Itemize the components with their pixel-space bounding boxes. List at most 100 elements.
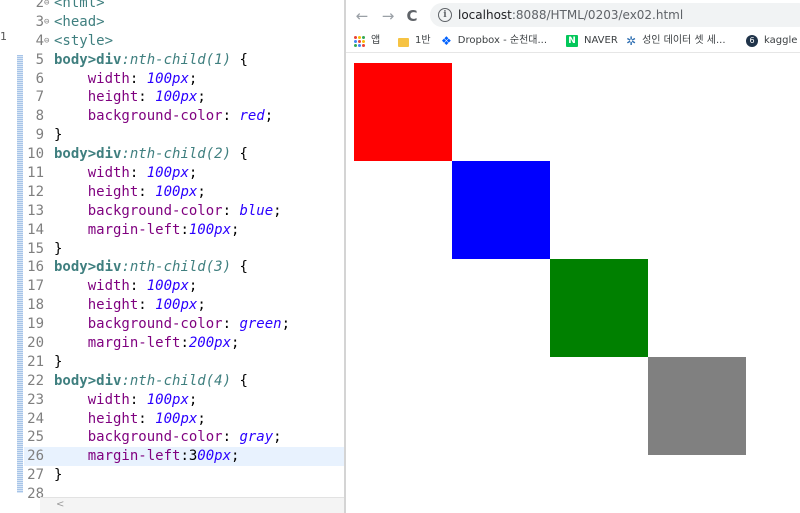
code-line[interactable]: 21} xyxy=(24,353,344,372)
code-token: : xyxy=(138,183,156,200)
scroll-left-icon[interactable]: < xyxy=(56,499,64,510)
line-number: 8 xyxy=(35,108,44,125)
code-line[interactable]: 13 background-color: blue; xyxy=(24,202,344,221)
code-token: ; xyxy=(264,108,274,125)
bookmark-label: Dropbox - 순천대... xyxy=(457,35,548,46)
code-line[interactable]: 22 body>div:nth-child(4) { xyxy=(24,372,344,391)
code-line[interactable]: 16 body>div:nth-child(3) { xyxy=(24,258,344,277)
code-line[interactable]: 25 background-color: gray; xyxy=(24,428,344,447)
back-button[interactable]: ← xyxy=(352,6,372,26)
bookmark-item[interactable]: 1반 xyxy=(398,34,431,48)
code-line[interactable]: 17 width: 100px; xyxy=(24,277,344,296)
code-token: :nth-child(1) xyxy=(121,51,232,68)
code-line[interactable]: 18 height: 100px; xyxy=(24,296,344,315)
line-number: 12 xyxy=(27,183,44,200)
line-number: 22 xyxy=(27,372,44,389)
editor-horizontal-scrollbar[interactable]: < xyxy=(40,497,344,513)
code-token: 100px xyxy=(155,297,198,314)
code-line[interactable]: 9} xyxy=(24,126,344,145)
code-line[interactable]: 15} xyxy=(24,240,344,259)
code-token: ; xyxy=(188,165,198,182)
code-line[interactable]: 4⊖ <style> xyxy=(24,32,344,51)
line-number: 23 xyxy=(27,391,44,408)
code-token: : xyxy=(138,297,156,314)
code-token: : xyxy=(180,335,189,352)
line-number: 4 xyxy=(35,32,44,49)
code-line[interactable]: 5 body>div:nth-child(1) { xyxy=(24,51,344,70)
dropbox-icon: ❖ xyxy=(441,34,452,48)
code-editor[interactable]: 1 2⊖ <html> 3⊖ <head> 4⊖ <style> 5 body>div:nth… xyxy=(0,0,344,513)
fold-toggle-icon[interactable]: ⊖ xyxy=(44,0,54,13)
change-ruler xyxy=(17,55,23,493)
code-token: blue xyxy=(239,202,274,219)
line-number: 24 xyxy=(27,410,44,427)
bookmark-label: kaggle l xyxy=(764,35,800,46)
line-number: 10 xyxy=(27,146,44,163)
forward-button[interactable]: → xyxy=(378,6,398,26)
code-token: :nth-child(3) xyxy=(121,259,232,276)
code-line[interactable]: 2⊖ <html> xyxy=(24,0,344,13)
code-token: :3 xyxy=(180,448,198,465)
code-line[interactable]: 11 width: 100px; xyxy=(24,164,344,183)
gray-box xyxy=(648,357,746,455)
code-lines[interactable]: 2⊖ <html> 3⊖ <head> 4⊖ <style> 5 body>div:nth-c… xyxy=(24,0,344,504)
site-info-icon[interactable]: i xyxy=(438,8,452,22)
code-token: : xyxy=(129,391,147,408)
code-token: ; xyxy=(188,391,198,408)
code-line[interactable]: 20 margin-left:200px; xyxy=(24,334,344,353)
code-token: 100px xyxy=(146,278,189,295)
code-token: :nth-child(2) xyxy=(121,146,232,163)
code-token: red xyxy=(239,108,265,125)
code-token: : xyxy=(129,165,147,182)
code-line[interactable]: 12 height: 100px; xyxy=(24,183,344,202)
address-bar[interactable]: i localhost:8088/HTML/0203/ex02.html xyxy=(430,3,800,27)
code-line[interactable]: 27} xyxy=(24,466,344,485)
code-token: : xyxy=(222,202,240,219)
code-line[interactable]: 8 background-color: red; xyxy=(24,107,344,126)
bookmark-item[interactable]: ❖ Dropbox - 순천대... xyxy=(441,34,547,48)
bookmark-item[interactable]: ✲ 성인 데이터 셋 세... xyxy=(626,34,726,48)
code-token: ; xyxy=(197,410,206,427)
code-line[interactable]: 7 height: 100px; xyxy=(24,88,344,107)
url-text[interactable]: localhost:8088/HTML/0203/ex02.html xyxy=(458,3,683,27)
kaggle-icon: 6 xyxy=(746,35,758,47)
line-number: 20 xyxy=(27,335,44,352)
code-line[interactable]: 3⊖ <head> xyxy=(24,13,344,32)
reload-button[interactable]: C xyxy=(402,6,422,26)
bookmark-item[interactable]: 6 kaggle l xyxy=(746,34,800,48)
fold-toggle-icon[interactable]: ⊖ xyxy=(44,32,54,51)
fold-toggle-icon[interactable]: ⊖ xyxy=(44,13,54,32)
code-line[interactable]: 19 background-color: green; xyxy=(24,315,344,334)
code-token: 100px xyxy=(155,89,198,106)
bookmark-item[interactable]: N NAVER xyxy=(566,34,618,48)
code-token: width xyxy=(87,70,130,87)
code-token: body>div xyxy=(54,259,122,276)
code-token: } xyxy=(54,240,63,257)
code-token: { xyxy=(231,372,248,389)
naver-icon: N xyxy=(566,35,578,47)
code-token: height xyxy=(87,297,139,314)
code-token: ; xyxy=(231,448,240,465)
line-number: 18 xyxy=(27,297,44,314)
code-line[interactable]: 24 height: 100px; xyxy=(24,410,344,429)
code-line[interactable]: 26 margin-left:300px; xyxy=(24,447,344,467)
code-token: body>div xyxy=(54,146,122,163)
code-token: { xyxy=(231,51,248,68)
code-line[interactable]: 14 margin-left:100px; xyxy=(24,221,344,240)
code-line[interactable]: 10 body>div:nth-child(2) { xyxy=(24,145,344,164)
code-token: margin-left xyxy=(87,335,181,352)
forward-arrow-icon: → xyxy=(381,7,395,25)
code-token: height xyxy=(87,183,139,200)
code-line[interactable]: 6 width: 100px; xyxy=(24,70,344,89)
code-line[interactable]: 23 width: 100px; xyxy=(24,391,344,410)
code-token: } xyxy=(54,353,63,370)
code-token: 100px xyxy=(146,391,189,408)
page-viewport xyxy=(346,53,800,513)
bookmark-item[interactable]: 앱 xyxy=(354,34,380,48)
